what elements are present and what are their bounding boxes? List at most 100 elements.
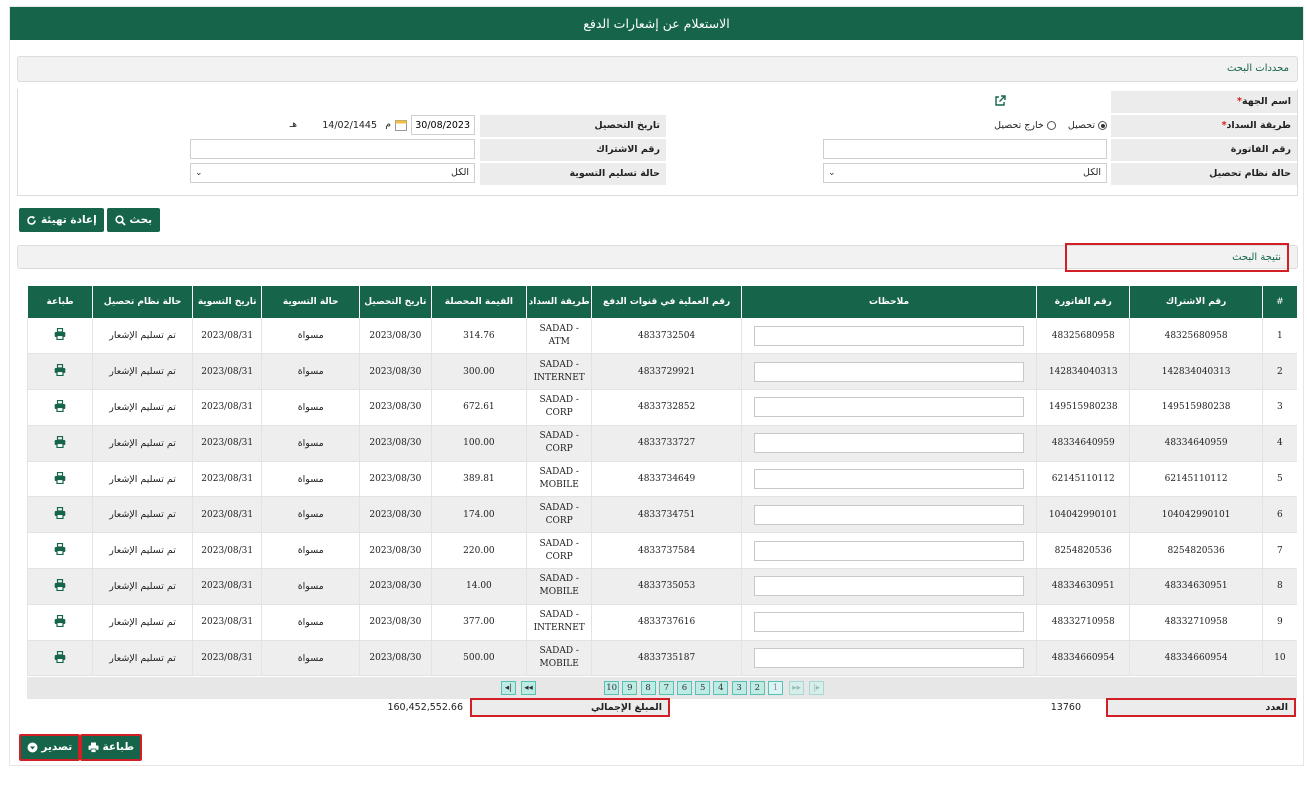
- settlement-date-cell: 2023/08/31: [191, 353, 262, 391]
- col-method[interactable]: طريقة السداد: [526, 286, 592, 318]
- print-button[interactable]: طباعة: [80, 734, 142, 761]
- col-notes[interactable]: ملاحظات: [740, 286, 1037, 318]
- settlement-status-cell: مسواة: [261, 604, 360, 641]
- operation-cell: 4833734751: [591, 496, 742, 534]
- printer-icon[interactable]: [54, 399, 66, 413]
- print-cell[interactable]: [26, 353, 93, 391]
- operation-cell: 4833734649: [591, 461, 742, 498]
- pager-page-2[interactable]: 2: [749, 681, 765, 695]
- print-cell[interactable]: [26, 604, 93, 641]
- collection-date-cell: 2023/08/30: [359, 604, 432, 641]
- collection-system-select[interactable]: الكل ⌄: [823, 163, 1107, 183]
- notes-input[interactable]: [754, 612, 1025, 633]
- print-cell[interactable]: [26, 640, 93, 677]
- settlement-delivery-select[interactable]: الكل ⌄: [190, 163, 475, 183]
- amount-cell: 377.00: [430, 604, 527, 641]
- notes-cell: [740, 389, 1037, 426]
- col-amount[interactable]: القيمة المحصلة: [430, 286, 527, 318]
- col-operation[interactable]: رقم العملية في قنوات الدفع: [591, 286, 742, 318]
- subscription-input[interactable]: [190, 139, 475, 159]
- settlement-date-cell: 2023/08/31: [191, 318, 262, 355]
- notes-input[interactable]: [754, 504, 1025, 525]
- pager-page-6[interactable]: 6: [677, 681, 692, 695]
- settlement-date-cell: 2023/08/31: [191, 604, 262, 641]
- chevron-down-icon: ⌄: [195, 168, 203, 178]
- print-cell[interactable]: [26, 568, 93, 605]
- invoice-cell: 142834040313: [1036, 353, 1130, 391]
- col-system-status[interactable]: حالة نظام تحصيل: [92, 286, 193, 318]
- pager-page-9[interactable]: 9: [622, 681, 638, 695]
- notes-cell: [740, 318, 1037, 355]
- notes-input[interactable]: [754, 361, 1025, 382]
- notes-input[interactable]: [754, 397, 1025, 418]
- amount-cell: 672.61: [430, 389, 527, 426]
- external-link-icon[interactable]: [994, 95, 1006, 110]
- calendar-icon[interactable]: [395, 120, 407, 134]
- amount-cell: 314.76: [430, 318, 527, 355]
- notes-input[interactable]: [754, 648, 1025, 669]
- row-index: 5: [1261, 461, 1297, 498]
- notes-input[interactable]: [754, 325, 1025, 346]
- settlement-date-cell: 2023/08/31: [191, 568, 262, 605]
- print-cell[interactable]: [26, 532, 93, 570]
- col-index[interactable]: #: [1261, 286, 1297, 318]
- printer-icon[interactable]: [54, 543, 66, 556]
- table-row: 2 142834040313 142834040313 4833729921 SADAD…: [26, 353, 1297, 391]
- notes-cell: [740, 496, 1037, 534]
- search-button[interactable]: بحث: [107, 208, 160, 232]
- col-subscription[interactable]: رقم الاشتراك: [1129, 286, 1263, 318]
- collection-date-label: تاريخ التحصيل: [480, 115, 666, 137]
- notes-input[interactable]: [754, 540, 1025, 561]
- printer-icon[interactable]: [54, 578, 66, 592]
- printer-icon[interactable]: [54, 471, 66, 484]
- reset-button[interactable]: إعادة تهيئة: [19, 208, 104, 232]
- pager-page-3[interactable]: 3: [731, 681, 747, 695]
- pager-page-7[interactable]: 7: [658, 681, 674, 695]
- subscription-cell: 48334660954: [1129, 640, 1263, 677]
- pager-next-icon: ▸▸: [789, 681, 804, 695]
- col-settlement-date[interactable]: تاريخ التسوية: [191, 286, 262, 318]
- export-button[interactable]: تصدير: [19, 734, 80, 761]
- pager-page-5[interactable]: 5: [695, 681, 711, 695]
- col-settlement-status[interactable]: حالة التسوية: [261, 286, 360, 318]
- collection-date-input[interactable]: [411, 115, 475, 135]
- notes-input[interactable]: [754, 576, 1025, 597]
- row-index: 8: [1261, 568, 1297, 605]
- subscription-label: رقم الاشتراك: [480, 139, 666, 161]
- invoice-input[interactable]: [823, 139, 1107, 159]
- col-invoice[interactable]: رقم الفاتورة: [1036, 286, 1130, 318]
- printer-icon[interactable]: [54, 507, 66, 520]
- printer-icon: [88, 742, 99, 753]
- subscription-cell: 104042990101: [1129, 496, 1263, 534]
- notes-cell: [740, 461, 1037, 498]
- notes-input[interactable]: [754, 433, 1025, 454]
- radio-collection[interactable]: [1098, 121, 1107, 130]
- method-cell: SADAD - INTERNET: [526, 353, 592, 391]
- print-cell[interactable]: [26, 389, 93, 426]
- pager-page-8[interactable]: 8: [640, 681, 656, 695]
- printer-icon[interactable]: [54, 364, 66, 377]
- system-status-cell: تم تسليم الإشعار: [92, 353, 193, 391]
- print-cell[interactable]: [26, 318, 93, 355]
- print-cell[interactable]: [26, 425, 93, 462]
- col-collection-date[interactable]: تاريخ التحصيل: [359, 286, 432, 318]
- print-cell[interactable]: [26, 461, 93, 498]
- operation-cell: 4833732852: [591, 389, 742, 426]
- pager-page-1[interactable]: 1: [768, 681, 783, 695]
- printer-icon[interactable]: [54, 614, 66, 627]
- pager-prev-icon[interactable]: ◂◂: [521, 681, 536, 695]
- pager-page-10[interactable]: 10: [604, 681, 620, 695]
- settlement-date-cell: 2023/08/31: [191, 425, 262, 462]
- radio-outside-collection[interactable]: [1046, 121, 1056, 130]
- printer-icon[interactable]: [54, 650, 66, 663]
- pager-first-icon[interactable]: |◂: [501, 681, 516, 695]
- table-row: 8 48334630951 48334630951 4833735053 SADAD -…: [26, 568, 1297, 605]
- printer-icon[interactable]: [54, 328, 66, 341]
- pager-page-4[interactable]: 4: [713, 681, 729, 695]
- print-cell[interactable]: [26, 496, 93, 534]
- amount-cell: 174.00: [430, 496, 527, 534]
- system-status-cell: تم تسليم الإشعار: [92, 532, 193, 570]
- subscription-cell: 62145110112: [1129, 461, 1263, 498]
- notes-input[interactable]: [754, 469, 1025, 490]
- printer-icon[interactable]: [54, 435, 66, 448]
